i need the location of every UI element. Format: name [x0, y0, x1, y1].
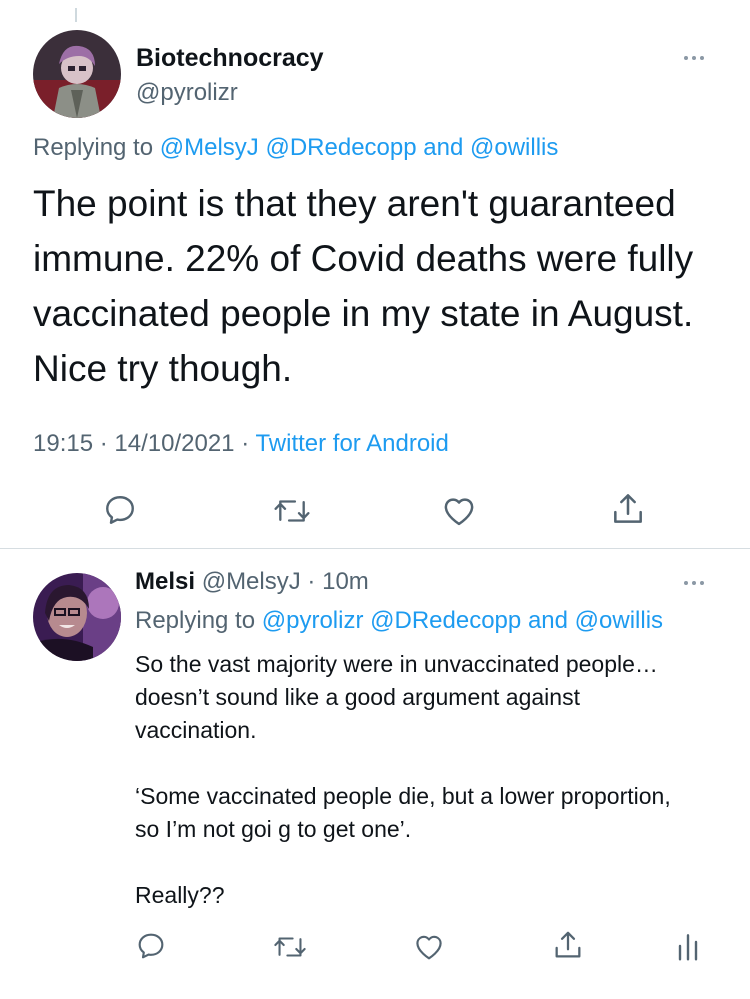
reply-author-avatar[interactable]: [33, 573, 121, 661]
retweet-button[interactable]: [273, 494, 311, 528]
tweet-source[interactable]: Twitter for Android: [255, 430, 448, 457]
meta-separator: ·: [241, 430, 250, 457]
author-name[interactable]: Biotechnocracy: [136, 44, 324, 73]
replying-and[interactable]: and: [528, 607, 568, 634]
reply-author-handle[interactable]: @MelsyJ: [202, 568, 301, 595]
avatar-image: [33, 30, 121, 118]
mention-link[interactable]: @owillis: [470, 134, 558, 161]
analytics-button[interactable]: [676, 930, 700, 962]
mention-link[interactable]: @DRedecopp: [370, 607, 521, 634]
like-button[interactable]: [440, 493, 478, 527]
heart-icon: [416, 935, 442, 960]
replying-prefix: Replying to: [135, 607, 256, 634]
reply-icon: [106, 496, 134, 524]
more-icon[interactable]: [684, 56, 704, 60]
mention-link[interactable]: @DRedecopp: [265, 134, 416, 161]
share-icon: [555, 931, 581, 958]
reply-button[interactable]: [135, 930, 167, 962]
reply-header: Melsi @MelsyJ · 10m: [135, 568, 369, 596]
replying-and[interactable]: and: [423, 134, 463, 161]
author-avatar[interactable]: [33, 30, 121, 118]
analytics-icon: [678, 934, 698, 961]
tweet-divider: [0, 548, 750, 549]
tweet-date[interactable]: 14/10/2021: [114, 430, 234, 457]
mention-link[interactable]: @owillis: [575, 607, 663, 634]
like-button[interactable]: [412, 931, 446, 961]
reply-paragraph: So the vast majority were in unvaccinate…: [135, 651, 658, 743]
replying-prefix: Replying to: [33, 134, 154, 161]
tweet-text: The point is that they aren't guaranteed…: [33, 183, 694, 389]
reply-author-name[interactable]: Melsi: [135, 568, 195, 595]
retweet-button[interactable]: [273, 932, 307, 962]
reply-button[interactable]: [102, 492, 138, 528]
author-handle[interactable]: @pyrolizr: [136, 79, 238, 107]
more-icon[interactable]: [684, 581, 704, 585]
mention-link[interactable]: @MelsyJ: [160, 134, 259, 161]
mention-link[interactable]: @pyrolizr: [262, 607, 364, 634]
reply-time-ago[interactable]: 10m: [322, 568, 369, 595]
reply-replying-to: Replying to @pyrolizr @DRedecopp and @ow…: [135, 607, 663, 635]
retweet-icon: [274, 937, 306, 957]
share-icon: [614, 494, 642, 523]
tweet-meta: 19:15 · 14/10/2021 · Twitter for Android: [33, 430, 449, 458]
avatar-image: [33, 573, 121, 661]
reply-paragraph: ‘Some vaccinated people die, but a lower…: [135, 783, 671, 842]
replying-to: Replying to @MelsyJ @DRedecopp and @owil…: [33, 134, 558, 162]
reply-paragraph: Really??: [135, 882, 225, 908]
tweet-time[interactable]: 19:15: [33, 430, 93, 457]
thread-connector: [75, 8, 77, 22]
share-button[interactable]: [551, 928, 585, 962]
share-button[interactable]: [609, 490, 647, 528]
retweet-icon: [274, 500, 310, 522]
heart-icon: [444, 498, 474, 526]
reply-separator: ·: [307, 568, 316, 595]
reply-text: So the vast majority were in unvaccinate…: [135, 648, 695, 912]
meta-separator: ·: [99, 430, 108, 457]
reply-icon: [138, 933, 164, 959]
